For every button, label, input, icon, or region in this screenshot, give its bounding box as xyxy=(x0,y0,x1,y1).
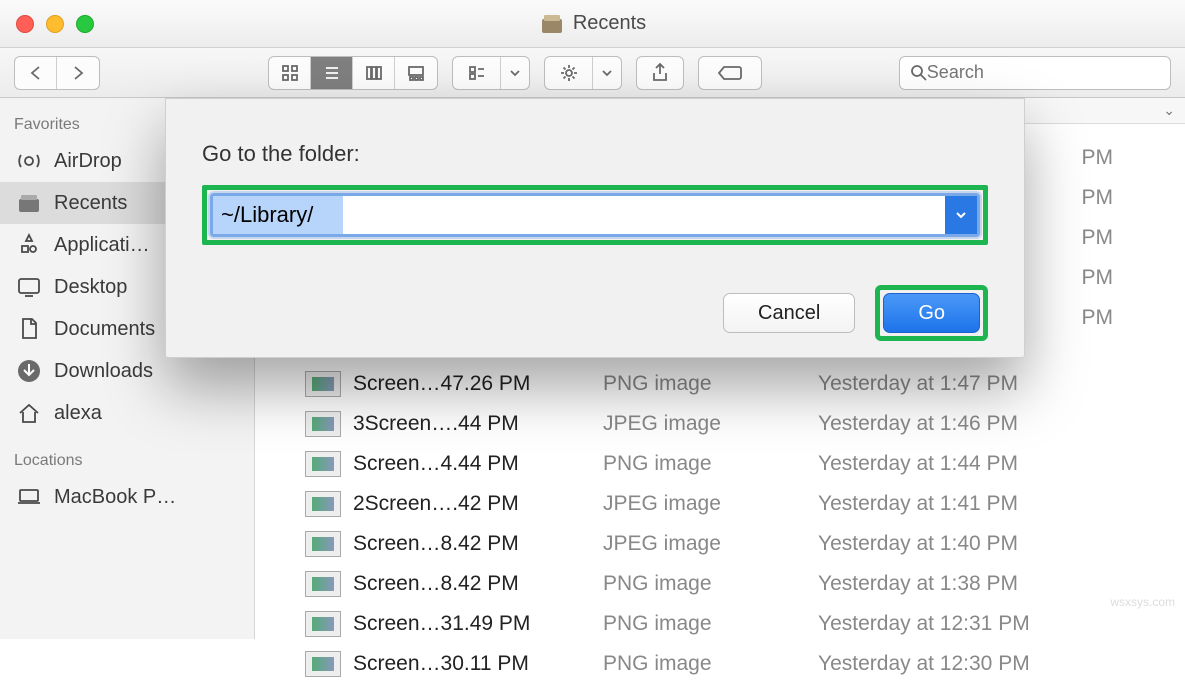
file-thumbnail xyxy=(305,531,341,557)
table-row[interactable]: Screen…8.42 PMJPEG imageYesterday at 1:4… xyxy=(255,524,1185,564)
table-row[interactable]: 3Screen….44 PMJPEG imageYesterday at 1:4… xyxy=(255,404,1185,444)
file-kind: PNG image xyxy=(603,612,818,636)
file-date: Yesterday at 1:38 PM xyxy=(818,572,1018,596)
file-kind: PNG image xyxy=(603,572,818,596)
file-name: Screen…8.42 PM xyxy=(353,572,603,596)
applications-icon xyxy=(16,232,42,258)
group-by-button[interactable] xyxy=(452,56,530,90)
file-date: Yesterday at 12:30 PM xyxy=(818,652,1030,676)
go-button[interactable]: Go xyxy=(883,293,980,333)
close-window-button[interactable] xyxy=(16,15,34,33)
recents-title-icon xyxy=(539,11,565,37)
file-name: 3Screen….44 PM xyxy=(353,412,603,436)
sidebar-item-home[interactable]: alexa xyxy=(0,392,254,434)
go-highlight: Go xyxy=(875,285,988,341)
table-row[interactable]: Screen…47.26 PMPNG imageYesterday at 1:4… xyxy=(255,364,1185,404)
dialog-label: Go to the folder: xyxy=(202,141,988,167)
back-button[interactable] xyxy=(15,57,57,89)
sidebar-item-label: Downloads xyxy=(54,360,153,383)
file-date: Yesterday at 1:41 PM xyxy=(818,492,1018,516)
forward-button[interactable] xyxy=(57,57,99,89)
table-row[interactable]: Screen…4.44 PMPNG imageYesterday at 1:44… xyxy=(255,444,1185,484)
file-thumbnail xyxy=(305,651,341,677)
sidebar-section-locations: Locations xyxy=(0,444,254,476)
file-date: Yesterday at 1:46 PM xyxy=(818,412,1018,436)
file-name: 2Screen….42 PM xyxy=(353,492,603,516)
airdrop-icon xyxy=(16,148,42,174)
file-thumbnail xyxy=(305,371,341,397)
share-icon xyxy=(650,63,670,83)
table-row[interactable]: Screen…8.42 PMPNG imageYesterday at 1:38… xyxy=(255,564,1185,604)
file-thumbnail xyxy=(305,411,341,437)
file-thumbnail xyxy=(305,451,341,477)
window-controls xyxy=(16,15,94,33)
file-kind: JPEG image xyxy=(603,532,818,556)
tag-icon xyxy=(717,64,743,82)
file-thumbnail xyxy=(305,491,341,517)
home-icon xyxy=(16,400,42,426)
sidebar-item-label: Recents xyxy=(54,192,127,215)
chevron-down-icon: ⌄ xyxy=(1163,102,1175,119)
file-kind: PNG image xyxy=(603,372,818,396)
gear-icon xyxy=(559,63,579,83)
sidebar-item-label: AirDrop xyxy=(54,150,122,173)
sidebar-item-label: Applicati… xyxy=(54,234,150,257)
table-row[interactable]: Screen…31.49 PMPNG imageYesterday at 12:… xyxy=(255,604,1185,644)
toolbar xyxy=(0,48,1185,98)
sidebar-item-label: Documents xyxy=(54,318,155,341)
path-highlight xyxy=(202,185,988,245)
file-date: Yesterday at 12:31 PM xyxy=(818,612,1030,636)
file-name: Screen…30.11 PM xyxy=(353,652,603,676)
path-dropdown-button[interactable] xyxy=(945,196,977,234)
go-to-folder-dialog: Go to the folder: Cancel Go xyxy=(165,98,1025,358)
action-menu-button[interactable] xyxy=(544,56,622,90)
file-name: Screen…8.42 PM xyxy=(353,532,603,556)
share-button[interactable] xyxy=(636,56,684,90)
minimize-window-button[interactable] xyxy=(46,15,64,33)
folder-path-input[interactable] xyxy=(213,196,945,234)
nav-back-forward xyxy=(14,56,100,90)
sidebar-item-label: MacBook P… xyxy=(54,486,176,509)
file-kind: JPEG image xyxy=(603,412,818,436)
file-thumbnail xyxy=(305,571,341,597)
table-row[interactable]: 2Screen….42 PMJPEG imageYesterday at 1:4… xyxy=(255,484,1185,524)
sidebar-item-label: alexa xyxy=(54,402,102,425)
documents-icon xyxy=(16,316,42,342)
search-icon xyxy=(910,64,927,82)
downloads-icon xyxy=(16,358,42,384)
chevron-down-icon xyxy=(955,209,967,221)
table-row[interactable]: Screen…30.11 PMPNG imageYesterday at 12:… xyxy=(255,644,1185,684)
file-kind: JPEG image xyxy=(603,492,818,516)
file-date: Yesterday at 1:44 PM xyxy=(818,452,1018,476)
file-date: Yesterday at 1:40 PM xyxy=(818,532,1018,556)
file-name: Screen…31.49 PM xyxy=(353,612,603,636)
sidebar-item-label: Desktop xyxy=(54,276,127,299)
file-kind: PNG image xyxy=(603,652,818,676)
file-kind: PNG image xyxy=(603,452,818,476)
column-view-button[interactable] xyxy=(353,57,395,89)
zoom-window-button[interactable] xyxy=(76,15,94,33)
sidebar-item-macbook[interactable]: MacBook P… xyxy=(0,476,254,518)
search-input[interactable] xyxy=(927,62,1160,83)
date-peek: PM PM PM PM PM xyxy=(1082,138,1114,338)
file-date: Yesterday at 1:47 PM xyxy=(818,372,1018,396)
file-name: Screen…47.26 PM xyxy=(353,372,603,396)
titlebar: Recents xyxy=(0,0,1185,48)
cancel-button[interactable]: Cancel xyxy=(723,293,855,333)
file-name: Screen…4.44 PM xyxy=(353,452,603,476)
view-mode-group xyxy=(268,56,438,90)
list-view-button[interactable] xyxy=(311,57,353,89)
gallery-view-button[interactable] xyxy=(395,57,437,89)
path-combobox[interactable] xyxy=(210,193,980,237)
search-field[interactable] xyxy=(899,56,1171,90)
window-title: Recents xyxy=(573,12,646,35)
recents-icon xyxy=(16,190,42,216)
chevron-down-icon xyxy=(501,57,529,89)
icon-view-button[interactable] xyxy=(269,57,311,89)
laptop-icon xyxy=(16,484,42,510)
tags-button[interactable] xyxy=(698,56,762,90)
desktop-icon xyxy=(16,274,42,300)
file-thumbnail xyxy=(305,611,341,637)
